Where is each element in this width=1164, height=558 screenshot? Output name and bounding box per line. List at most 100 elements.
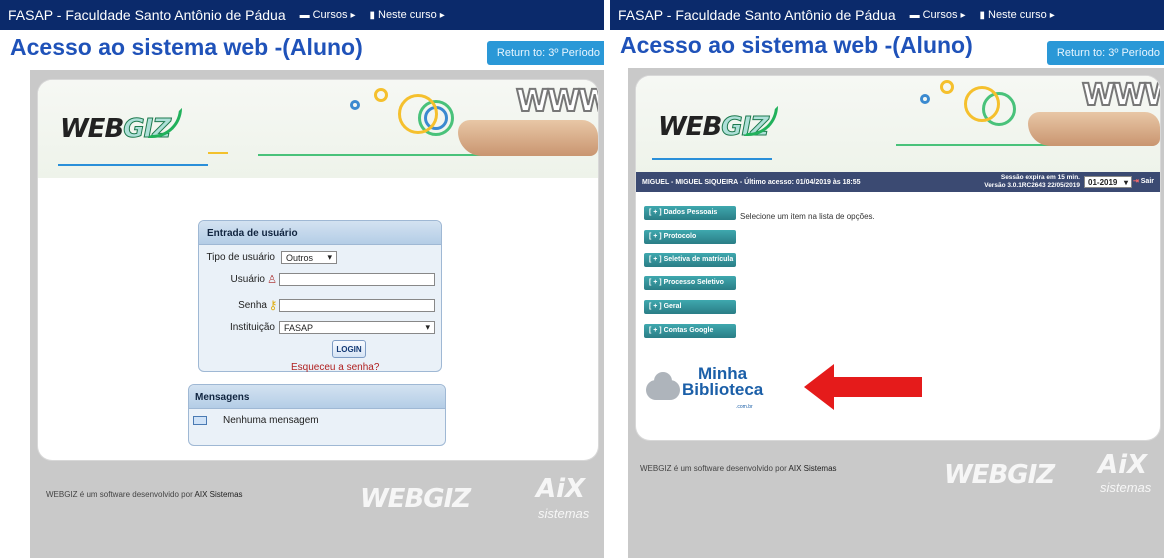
message-row: Nenhuma mensagem bbox=[193, 415, 319, 426]
messages-heading: Mensagens bbox=[189, 385, 445, 409]
usuario-row: Usuário ♙ bbox=[203, 273, 435, 286]
user-status-bar: MIGUEL - MIGUEL SIQUEIRA - Último acesso… bbox=[636, 172, 1160, 192]
minha-biblioteca-logo: Minha Biblioteca bbox=[682, 364, 764, 399]
user-icon: ♙ bbox=[267, 274, 277, 286]
caret-right-icon: ▸ bbox=[960, 9, 966, 21]
nav-cursos-label: Cursos bbox=[922, 9, 958, 21]
book-icon: ▮ bbox=[369, 9, 375, 21]
footer-credit: WEBGIZ é um software desenvolvido por AI… bbox=[46, 490, 243, 499]
exit-button[interactable]: ⇥ Sair bbox=[1133, 177, 1154, 185]
caret-right-icon: ▸ bbox=[1049, 9, 1055, 21]
banner-arrow bbox=[208, 152, 228, 154]
caret-right-icon: ▸ bbox=[439, 9, 445, 21]
dropdown-arrow-icon: ▾ bbox=[425, 322, 430, 332]
footer-aix-logo: AiX bbox=[1098, 450, 1148, 480]
senha-input[interactable] bbox=[279, 298, 435, 312]
minha-biblioteca-link[interactable]: Minha Biblioteca .com.br bbox=[646, 365, 763, 410]
cursos-icon: ▬ bbox=[909, 9, 920, 21]
nav-cursos-label: Cursos bbox=[312, 9, 348, 21]
cursos-icon: ▬ bbox=[299, 9, 310, 21]
user-info: MIGUEL - MIGUEL SIQUEIRA - Último acesso… bbox=[642, 178, 861, 186]
tipo-select[interactable]: Outros ▾ bbox=[281, 251, 337, 264]
banner-arrow bbox=[58, 164, 208, 166]
cloud-icon bbox=[646, 372, 680, 400]
footer-credit: WEBGIZ é um software desenvolvido por AI… bbox=[640, 464, 837, 473]
banner-circle bbox=[398, 94, 438, 134]
footer-sistemas-logo: sistemas bbox=[538, 506, 590, 521]
menu-processo-seletivo[interactable]: [ + ] Processo Seletivo bbox=[644, 276, 736, 290]
tipo-label: Tipo de usuário bbox=[206, 252, 275, 263]
menu-contas-google[interactable]: [ + ] Contas Google bbox=[644, 324, 736, 338]
key-icon: ⚷ bbox=[268, 298, 278, 312]
www-logo: WWW bbox=[515, 83, 598, 120]
menu-protocolo[interactable]: [ + ] Protocolo bbox=[644, 230, 736, 244]
minha-biblioteca-domain: .com.br bbox=[736, 404, 753, 410]
nav-cursos[interactable]: ▬ Cursos ▸ bbox=[910, 9, 966, 21]
select-option-message: Selecione um item na lista de opções. bbox=[740, 212, 875, 221]
content-frame: WEBGIZ WWW MIGUEL - MIGUEL SIQUEIRA - Úl… bbox=[628, 68, 1164, 558]
hand-image bbox=[1028, 112, 1160, 146]
nav-neste-curso[interactable]: ▮ Neste curso ▸ bbox=[979, 9, 1054, 21]
nav-neste-label: Neste curso bbox=[378, 9, 437, 21]
login-form: Entrada de usuário Tipo de usuário Outro… bbox=[198, 220, 442, 373]
book-icon: ▮ bbox=[979, 9, 985, 21]
caret-right-icon: ▸ bbox=[350, 9, 356, 21]
session-expiry: Sessão expira em 15 min. bbox=[1000, 174, 1080, 181]
return-button[interactable]: Return to: 3º Período bbox=[1046, 41, 1164, 65]
exit-label: Sair bbox=[1140, 178, 1154, 185]
page-title: Acesso ao sistema web -(Aluno) bbox=[10, 34, 363, 60]
menu-seletiva-matricula[interactable]: [ + ] Seletiva de matrícula bbox=[644, 253, 736, 267]
nav-neste-curso[interactable]: ▮ Neste curso ▸ bbox=[369, 9, 444, 21]
dropdown-arrow-icon: ▾ bbox=[327, 252, 332, 262]
banner-circle bbox=[350, 100, 360, 110]
senha-row: Senha ⚷ bbox=[203, 298, 435, 312]
banner-circle bbox=[940, 80, 954, 94]
tipo-row: Tipo de usuário Outros ▾ bbox=[203, 251, 337, 264]
menu-dados-pessoais[interactable]: [ + ] Dados Pessoais bbox=[644, 206, 736, 220]
aix-link[interactable]: AIX Sistemas bbox=[789, 464, 837, 473]
version-info: Versão 3.0.1RC2643 22/05/2019 bbox=[984, 182, 1080, 189]
hand-image bbox=[458, 120, 598, 156]
banner-circle bbox=[374, 88, 388, 102]
red-arrow-icon bbox=[804, 364, 922, 410]
main-card: WEBGIZ WWW MIGUEL - MIGUEL SIQUEIRA - Úl… bbox=[636, 76, 1160, 440]
forgot-password-link[interactable]: Esqueceu a senha? bbox=[291, 362, 379, 373]
footer-sistemas-logo: sistemas bbox=[1100, 480, 1152, 495]
envelope-icon bbox=[193, 416, 207, 425]
banner-arrow bbox=[652, 158, 772, 160]
logo-swoosh bbox=[148, 108, 182, 138]
instituicao-select[interactable]: FASAP ▾ bbox=[279, 321, 435, 334]
messages-box: Mensagens Nenhuma mensagem bbox=[188, 384, 446, 446]
site-name[interactable]: FASAP - Faculdade Santo Antônio de Pádua bbox=[8, 7, 286, 23]
footer-aix-logo: AiX bbox=[536, 474, 586, 504]
left-panel: FASAP - Faculdade Santo Antônio de Pádua… bbox=[0, 0, 604, 558]
top-navbar: FASAP - Faculdade Santo Antônio de Pádua… bbox=[610, 0, 1164, 30]
aix-link[interactable]: AIX Sistemas bbox=[195, 490, 243, 499]
instituicao-label: Instituição bbox=[229, 322, 275, 333]
usuario-label: Usuário bbox=[230, 274, 265, 285]
period-value: 01-2019 bbox=[1088, 177, 1118, 187]
banner-circle bbox=[920, 94, 930, 104]
nav-cursos[interactable]: ▬ Cursos ▸ bbox=[300, 9, 356, 21]
login-button[interactable]: LOGIN bbox=[332, 340, 366, 358]
page-title: Acesso ao sistema web -(Aluno) bbox=[620, 32, 973, 58]
footer-webgiz-logo: WEBGIZ bbox=[360, 484, 471, 514]
usuario-input[interactable] bbox=[279, 273, 435, 286]
banner-circle bbox=[964, 86, 1000, 122]
session-info: Sessão expira em 15 min. Versão 3.0.1RC2… bbox=[984, 174, 1080, 190]
senha-label: Senha bbox=[238, 299, 267, 311]
empty-message: Nenhuma mensagem bbox=[223, 415, 319, 426]
menu-geral[interactable]: [ + ] Geral bbox=[644, 300, 736, 314]
nav-neste-label: Neste curso bbox=[988, 9, 1047, 21]
footer-webgiz-logo: WEBGIZ bbox=[944, 460, 1055, 490]
instituicao-value: FASAP bbox=[284, 322, 314, 333]
site-name[interactable]: FASAP - Faculdade Santo Antônio de Pádua bbox=[618, 7, 896, 23]
return-button[interactable]: Return to: 3º Período bbox=[486, 41, 604, 65]
exit-icon: ⇥ bbox=[1132, 178, 1139, 185]
top-navbar: FASAP - Faculdade Santo Antônio de Pádua… bbox=[0, 0, 604, 30]
instituicao-row: Instituição FASAP ▾ bbox=[203, 321, 435, 334]
dropdown-arrow-icon: ▾ bbox=[1123, 177, 1128, 187]
period-select[interactable]: 01-2019 ▾ bbox=[1084, 176, 1132, 188]
logo-swoosh bbox=[744, 106, 778, 136]
webgiz-banner: WEBGIZ WWW bbox=[38, 80, 598, 178]
